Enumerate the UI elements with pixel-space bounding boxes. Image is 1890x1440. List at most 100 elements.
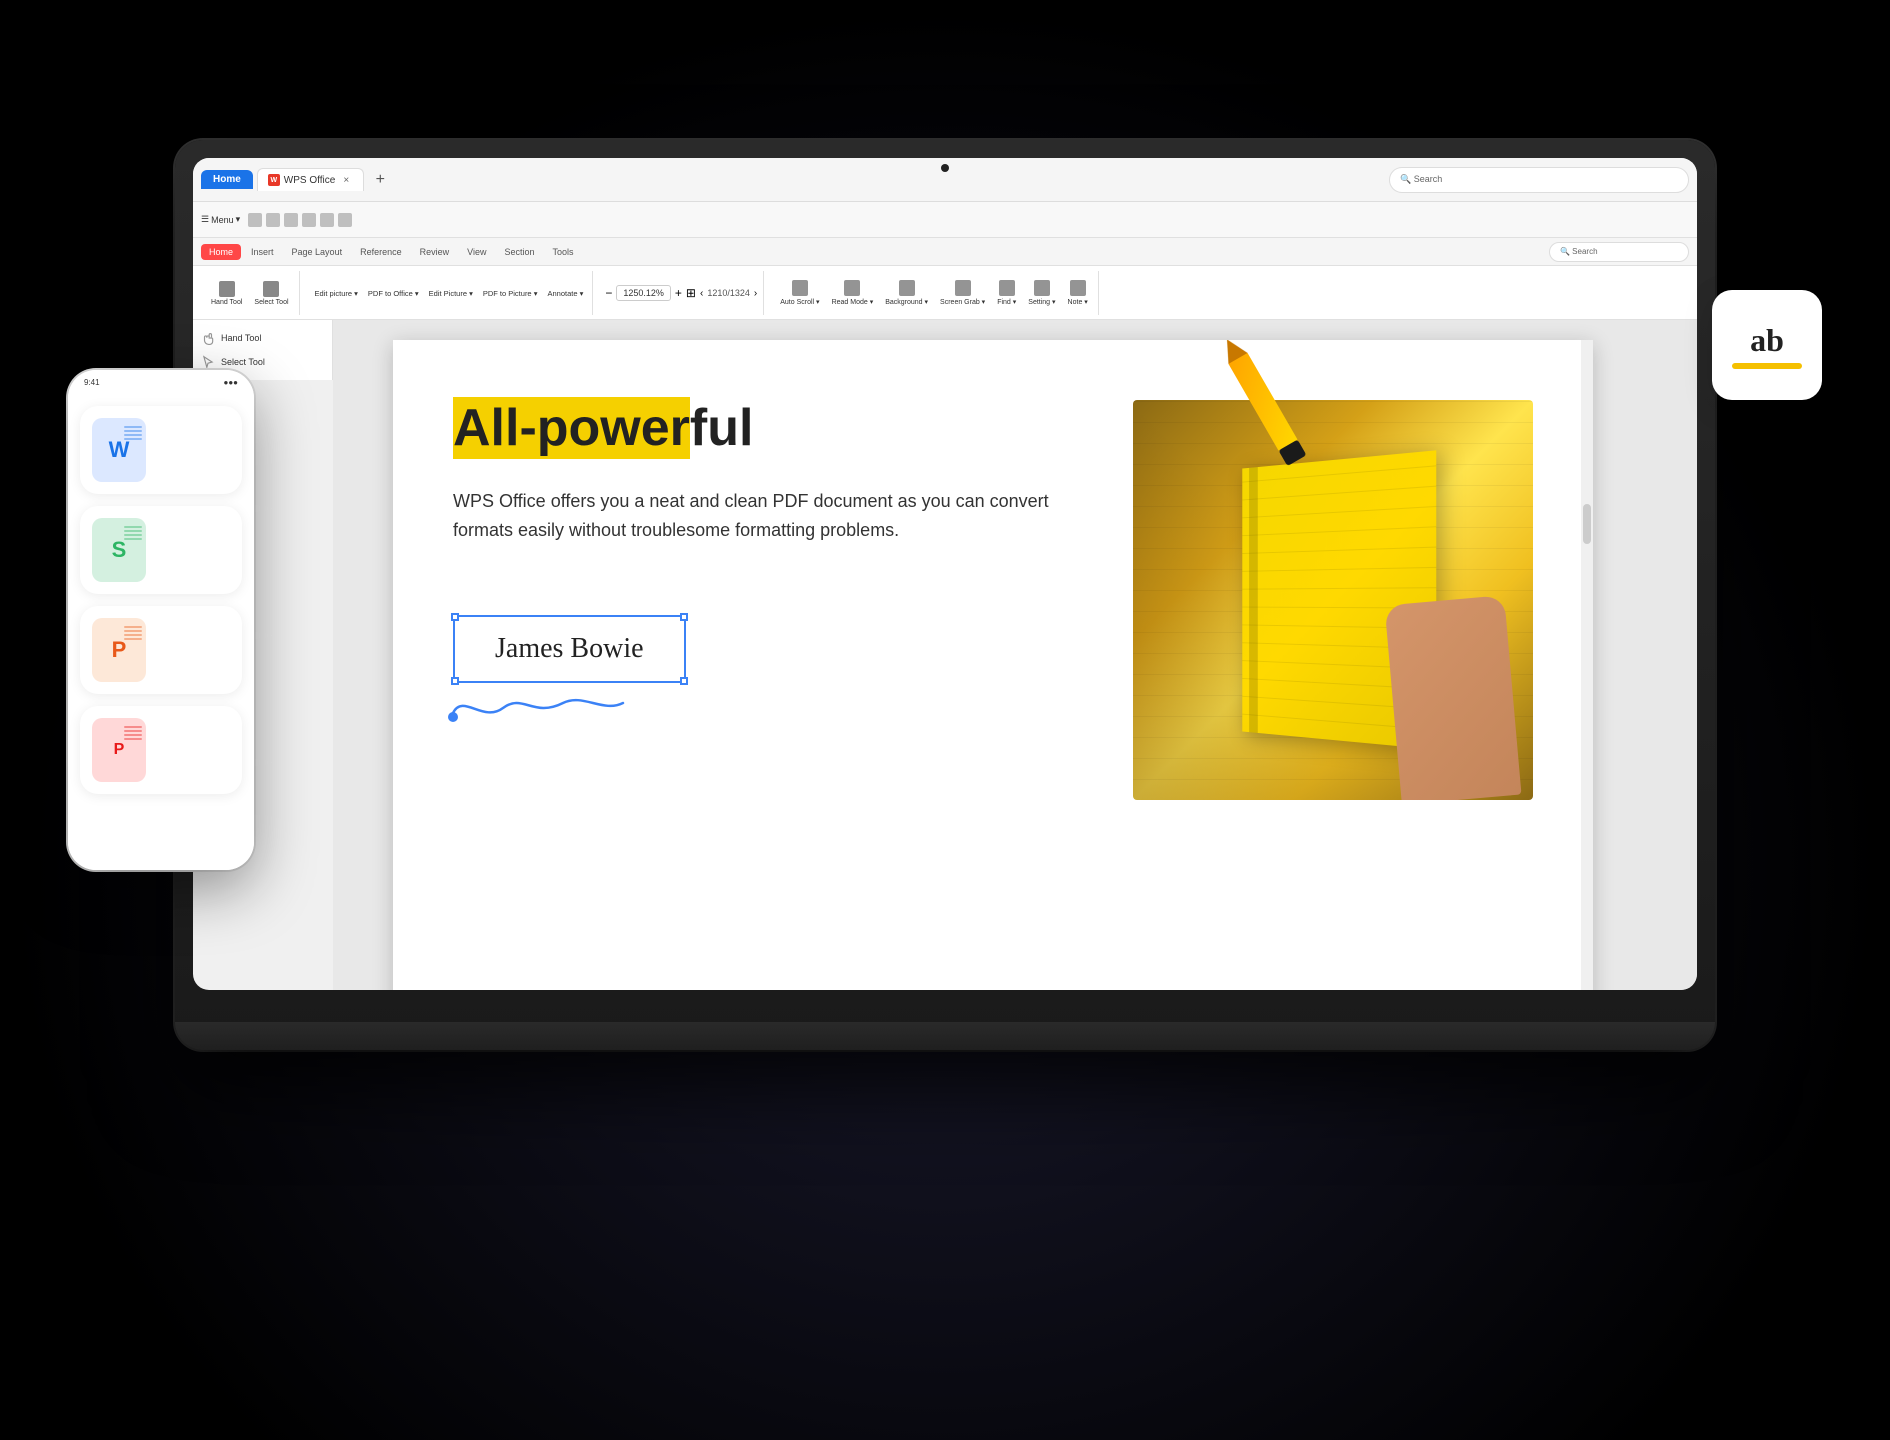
find-btn[interactable]: Find ▾ bbox=[993, 278, 1020, 308]
laptop-screen: Home W WPS Office × + 🔍 Search bbox=[193, 158, 1697, 990]
auto-scroll-btn[interactable]: Auto Scroll ▾ bbox=[776, 278, 823, 308]
pdf-app-card[interactable]: P bbox=[80, 706, 242, 794]
tab-home[interactable]: Home bbox=[201, 170, 253, 189]
zoom-plus-btn[interactable]: + bbox=[675, 286, 682, 300]
laptop-screen-bezel: Home W WPS Office × + 🔍 Search bbox=[193, 158, 1697, 990]
hand-tool-icon bbox=[201, 331, 215, 345]
browser-search-bar[interactable]: 🔍 Search bbox=[1389, 167, 1689, 193]
book-visual bbox=[1133, 400, 1533, 800]
ribbon-search[interactable]: 🔍 Search bbox=[1549, 242, 1689, 262]
find-label: Find ▾ bbox=[997, 298, 1016, 306]
vertical-scrollbar[interactable] bbox=[1581, 340, 1593, 990]
laptop-body: Home W WPS Office × + 🔍 Search bbox=[175, 140, 1715, 1050]
zoom-minus-btn[interactable]: − bbox=[605, 286, 612, 300]
read-mode-btn[interactable]: Read Mode ▾ bbox=[828, 278, 878, 308]
present-app-card[interactable]: P bbox=[80, 606, 242, 694]
note-icon bbox=[1070, 280, 1086, 296]
signature-path-svg bbox=[423, 673, 643, 733]
ab-text: ab bbox=[1750, 322, 1784, 359]
tab-view[interactable]: View bbox=[459, 244, 494, 260]
tab-reference[interactable]: Reference bbox=[352, 244, 410, 260]
screen-grab-icon bbox=[955, 280, 971, 296]
hand-visual bbox=[1385, 595, 1522, 800]
new-tab-button[interactable]: + bbox=[368, 168, 392, 192]
ribbon-view-group: Auto Scroll ▾ Read Mode ▾ Background ▾ bbox=[770, 271, 1099, 315]
tab-home[interactable]: Home bbox=[201, 244, 241, 260]
select-tool-icon bbox=[201, 355, 215, 369]
handle-br[interactable] bbox=[680, 677, 688, 685]
select-tool-icon bbox=[263, 281, 279, 297]
scrollbar-thumb[interactable] bbox=[1583, 504, 1591, 544]
main-toolbar: ☰ Menu ▾ bbox=[193, 202, 1697, 238]
scene: Home W WPS Office × + 🔍 Search bbox=[0, 0, 1890, 1440]
present-app-icon: P bbox=[92, 618, 146, 682]
ribbon-tool-group: Hand Tool Select Tool bbox=[201, 271, 300, 315]
tab-section[interactable]: Section bbox=[496, 244, 542, 260]
laptop-base bbox=[175, 1022, 1715, 1050]
phone-content: W S bbox=[68, 394, 254, 870]
hamburger-icon: ☰ bbox=[201, 214, 209, 225]
signature-container: James Bowie bbox=[453, 605, 686, 683]
handle-tr[interactable] bbox=[680, 613, 688, 621]
laptop-camera bbox=[941, 164, 949, 172]
pdf-to-picture-btn[interactable]: PDF to Picture ▾ bbox=[480, 287, 541, 300]
next-page-btn[interactable]: › bbox=[754, 288, 757, 299]
open-icon[interactable] bbox=[266, 213, 280, 227]
zoom-icon[interactable]: ⊞ bbox=[686, 286, 696, 300]
prev-page-btn[interactable]: ‹ bbox=[700, 288, 703, 299]
handle-tl[interactable] bbox=[451, 613, 459, 621]
select-tool-btn[interactable]: Select Tool bbox=[250, 279, 292, 308]
annotate-btn[interactable]: Annotate ▾ bbox=[544, 287, 586, 300]
zoom-display: 1250.12% bbox=[616, 285, 671, 301]
background-icon bbox=[899, 280, 915, 296]
heading-highlight: All-power bbox=[453, 397, 690, 459]
menu-arrow: ▾ bbox=[236, 214, 241, 225]
redo-icon[interactable] bbox=[320, 213, 334, 227]
background-btn[interactable]: Background ▾ bbox=[881, 278, 932, 308]
hand-tool-item[interactable]: Hand Tool bbox=[193, 326, 332, 350]
screen-grab-btn[interactable]: Screen Grab ▾ bbox=[936, 278, 989, 308]
laptop: Home W WPS Office × + 🔍 Search bbox=[175, 140, 1715, 1120]
tab-page-layout[interactable]: Page Layout bbox=[284, 244, 351, 260]
read-mode-icon bbox=[844, 280, 860, 296]
tab-wps-label: WPS Office bbox=[284, 175, 336, 186]
mobile-phone: 9:41 ●●● W S bbox=[68, 370, 254, 870]
pdf-doc-lines bbox=[124, 726, 142, 740]
auto-scroll-icon bbox=[792, 280, 808, 296]
tab-wps[interactable]: W WPS Office × bbox=[257, 168, 365, 191]
tab-tools[interactable]: Tools bbox=[545, 244, 582, 260]
tab-close-button[interactable]: × bbox=[339, 173, 353, 187]
setting-btn[interactable]: Setting ▾ bbox=[1024, 278, 1059, 308]
edit-picture2-btn[interactable]: Edit Picture ▾ bbox=[426, 287, 476, 300]
undo-icon[interactable] bbox=[302, 213, 316, 227]
print-icon[interactable] bbox=[284, 213, 298, 227]
phone-signal: ●●● bbox=[224, 378, 239, 387]
hand-tool-label: Hand Tool bbox=[211, 299, 242, 306]
pdf-heading: All-powerful bbox=[453, 400, 1093, 457]
more-icon[interactable] bbox=[338, 213, 352, 227]
ribbon-tabs: Home Insert Page Layout Reference Review… bbox=[193, 238, 1697, 266]
toolbar-icons bbox=[248, 213, 352, 227]
note-btn[interactable]: Note ▾ bbox=[1064, 278, 1092, 308]
menu-label[interactable]: Menu bbox=[211, 215, 234, 225]
sheet-doc-lines bbox=[124, 526, 142, 540]
hand-tool-btn[interactable]: Hand Tool bbox=[207, 279, 246, 308]
ribbon-pdf-group: Edit picture ▾ PDF to Office ▾ Edit Pict… bbox=[306, 271, 594, 315]
sheet-app-card[interactable]: S bbox=[80, 506, 242, 594]
hand-tool-icon bbox=[219, 281, 235, 297]
save-icon[interactable] bbox=[248, 213, 262, 227]
word-doc-lines bbox=[124, 426, 142, 440]
hand-tool-label: Hand Tool bbox=[221, 333, 261, 343]
screen-grab-label: Screen Grab ▾ bbox=[940, 298, 985, 306]
auto-scroll-label: Auto Scroll ▾ bbox=[780, 298, 819, 306]
tab-insert[interactable]: Insert bbox=[243, 244, 282, 260]
word-app-card[interactable]: W bbox=[80, 406, 242, 494]
tab-review[interactable]: Review bbox=[412, 244, 458, 260]
ribbon: Home Insert Page Layout Reference Review… bbox=[193, 238, 1697, 320]
edit-picture-btn[interactable]: Edit picture ▾ bbox=[312, 287, 361, 300]
page-display: 1210/1324 bbox=[707, 288, 750, 298]
pdf-left: All-powerful WPS Office offers you a nea… bbox=[453, 400, 1093, 800]
ab-underline bbox=[1732, 363, 1802, 369]
pdf-to-office-btn[interactable]: PDF to Office ▾ bbox=[365, 287, 422, 300]
menu-group: ☰ Menu ▾ bbox=[201, 214, 240, 225]
